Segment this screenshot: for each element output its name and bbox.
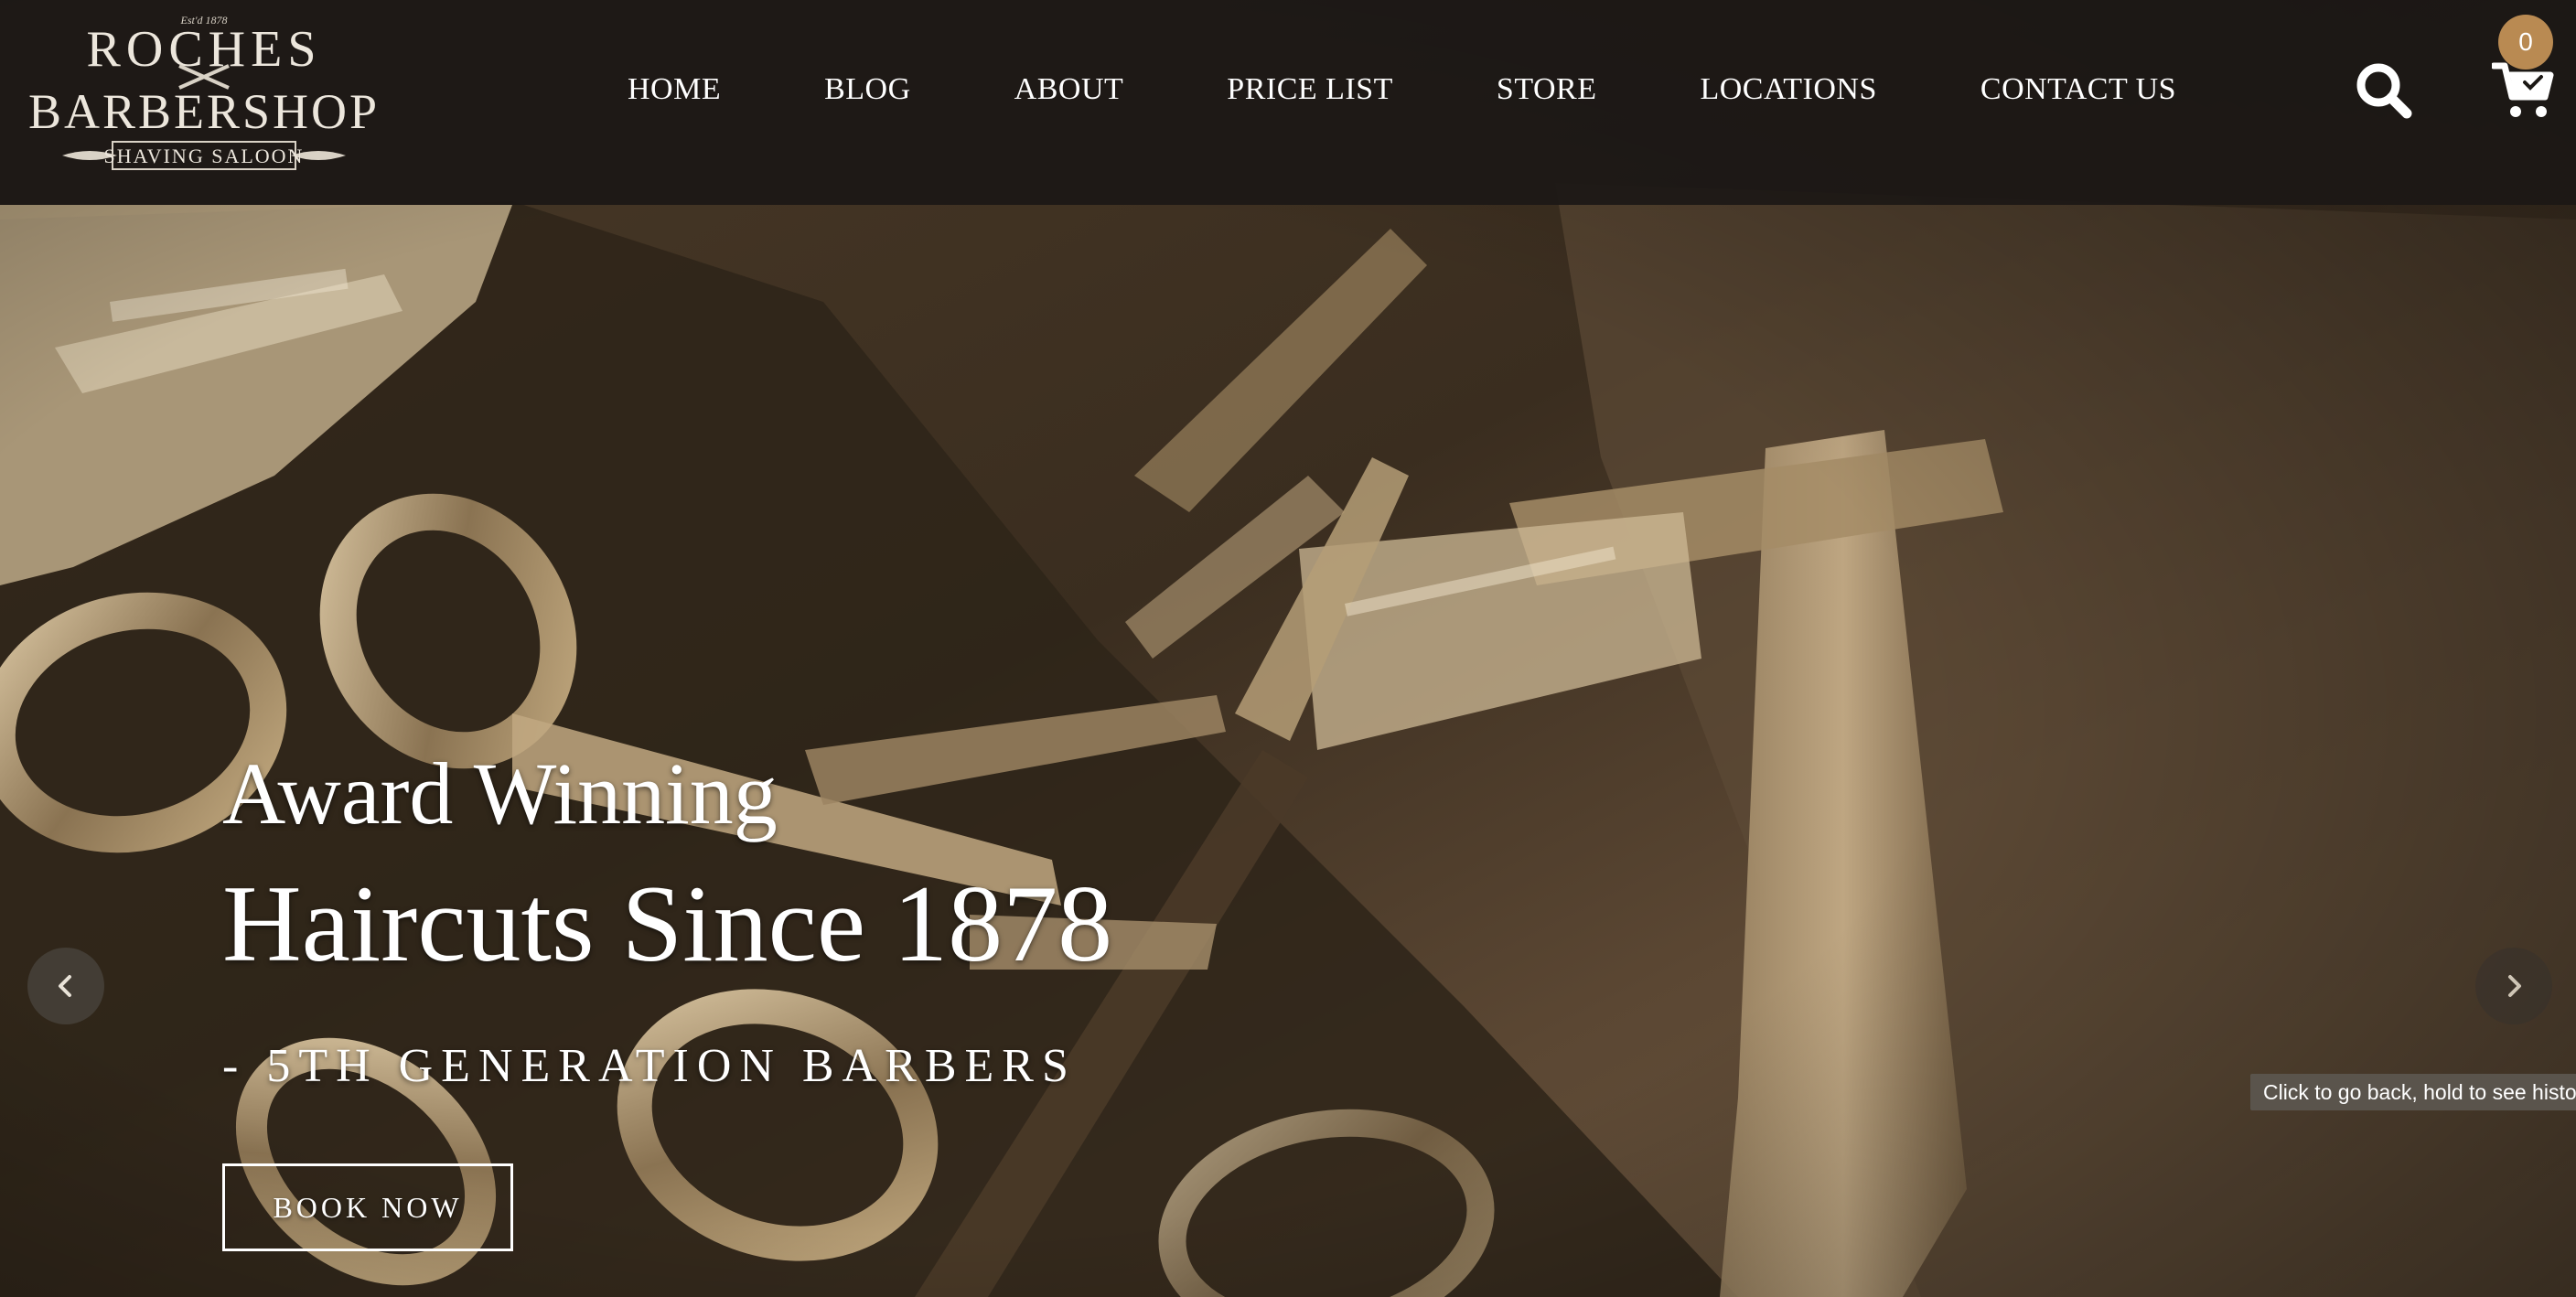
hero-heading-line-2: Haircuts Since 1878 <box>222 863 1113 984</box>
main-nav: HOME BLOG ABOUT PRICE LIST STORE LOCATIO… <box>628 66 2176 113</box>
back-button-tooltip: Click to go back, hold to see history <box>2250 1074 2576 1110</box>
nav-store[interactable]: STORE <box>1497 72 1597 107</box>
logo-tagline: SHAVING SALOON <box>104 145 305 167</box>
book-now-button[interactable]: BOOK NOW <box>222 1163 513 1251</box>
nav-about[interactable]: ABOUT <box>1014 72 1124 107</box>
nav-contact-us[interactable]: CONTACT US <box>1980 72 2176 107</box>
slider-next-button[interactable] <box>2475 948 2552 1024</box>
search-button[interactable] <box>2352 59 2416 123</box>
site-header: Est'd 1878 ROCHES BARBERSHOP SHAVING SAL… <box>0 0 2576 205</box>
nav-blog[interactable]: BLOG <box>824 72 911 107</box>
hero-heading-line-1: Award Winning <box>222 745 778 842</box>
cart-button[interactable] <box>2490 60 2556 121</box>
slider-prev-button[interactable] <box>27 948 104 1024</box>
logo-name-line-1: ROCHES <box>87 21 322 78</box>
nav-home[interactable]: HOME <box>628 72 721 107</box>
logo-name-line-2: BARBERSHOP <box>28 84 380 139</box>
logo-mark: Est'd 1878 ROCHES BARBERSHOP SHAVING SAL… <box>28 14 380 170</box>
chevron-right-icon <box>2508 975 2521 997</box>
nav-price-list[interactable]: PRICE LIST <box>1227 72 1393 107</box>
chevron-left-icon <box>59 975 71 997</box>
nav-locations[interactable]: LOCATIONS <box>1700 72 1876 107</box>
cart-icon <box>2490 62 2554 117</box>
hero-subtitle: - 5TH GENERATION BARBERS <box>222 1040 1077 1092</box>
site-logo[interactable]: Est'd 1878 ROCHES BARBERSHOP SHAVING SAL… <box>26 9 382 174</box>
search-icon <box>2356 63 2412 119</box>
